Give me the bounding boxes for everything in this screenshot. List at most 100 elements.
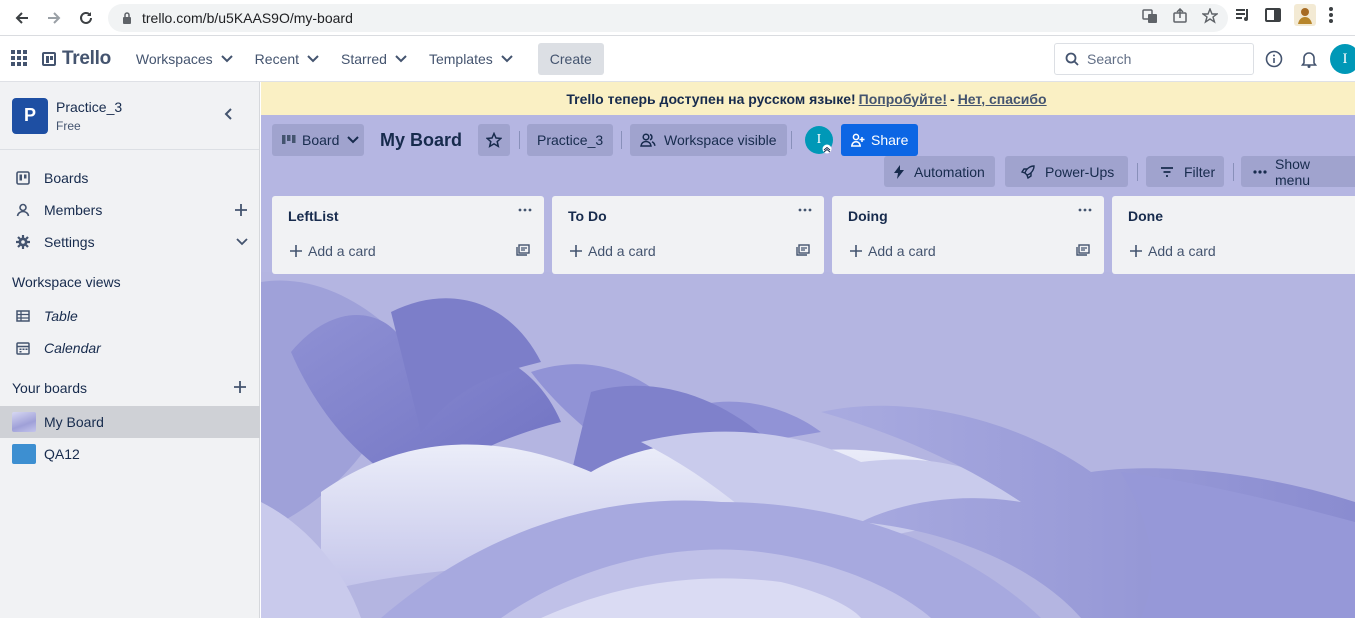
sidebar-board-label: QA12 (44, 446, 80, 462)
sidebar-item-settings[interactable]: Settings (0, 226, 260, 258)
back-icon[interactable] (6, 2, 38, 34)
menu-workspaces[interactable]: Workspaces (125, 43, 244, 75)
chevron-down-icon (501, 54, 513, 63)
url-text: trello.com/b/u5KAAS9O/my-board (142, 10, 353, 26)
chevron-down-icon (307, 54, 319, 63)
sidebar-board-label: My Board (44, 414, 104, 430)
sidebar-item-boards[interactable]: Boards (0, 162, 260, 194)
plus-icon (850, 245, 862, 257)
banner-try-link[interactable]: Попробуйте! (859, 91, 947, 107)
visibility-button[interactable]: Workspace visible (630, 124, 787, 156)
board-thumbnail (12, 444, 36, 464)
star-icon (486, 132, 502, 148)
menu-label: Starred (341, 50, 387, 67)
filter-button[interactable]: Filter (1146, 156, 1224, 187)
ellipsis-icon (1253, 169, 1267, 174)
profile-icon[interactable] (1294, 4, 1316, 26)
sidebar-board-my-board[interactable]: My Board (0, 406, 260, 438)
add-card-label: Add a card (308, 243, 376, 259)
app-header: Trello Workspaces Recent Starred Templat… (0, 36, 1355, 82)
card-template-icon[interactable] (1076, 244, 1090, 256)
list-to-do: To Do Add a card (552, 196, 824, 274)
add-board-icon[interactable] (233, 380, 247, 394)
list-actions-icon[interactable] (1078, 208, 1092, 212)
menu-label: Workspaces (135, 50, 213, 67)
workspace-views-heading: Workspace views (12, 274, 121, 290)
sidebar-item-label: Boards (44, 170, 89, 186)
powerups-button[interactable]: Power-Ups (1005, 156, 1128, 187)
list-title[interactable]: LeftList (288, 208, 339, 224)
board-title[interactable]: My Board (380, 124, 462, 156)
add-card-button[interactable]: Add a card (290, 243, 376, 259)
forward-icon[interactable] (38, 2, 70, 34)
list-doing: Doing Add a card (832, 196, 1104, 274)
bell-icon[interactable] (1301, 50, 1317, 68)
add-card-button[interactable]: Add a card (570, 243, 656, 259)
automation-button[interactable]: Automation (884, 156, 995, 187)
list-actions-icon[interactable] (798, 208, 812, 212)
sidebar-item-members[interactable]: Members (0, 194, 260, 226)
list-leftlist: LeftList Add a card (272, 196, 544, 274)
rocket-icon (1021, 164, 1035, 179)
board-canvas: Trello теперь доступен на русском языке!… (261, 82, 1355, 618)
list-title[interactable]: Done (1128, 208, 1163, 224)
chevron-down-icon (395, 54, 407, 63)
add-card-button[interactable]: Add a card (850, 243, 936, 259)
lock-icon (122, 12, 132, 24)
account-avatar[interactable]: I (1330, 44, 1355, 74)
show-menu-button[interactable]: Show menu (1241, 156, 1355, 188)
list-title[interactable]: To Do (568, 208, 607, 224)
list-actions-icon[interactable] (518, 208, 532, 212)
add-card-label: Add a card (868, 243, 936, 259)
sidebar-item-table[interactable]: Table (0, 300, 260, 332)
workspace-button[interactable]: Practice_3 (527, 124, 614, 156)
chevron-down-icon[interactable] (236, 238, 248, 246)
create-button[interactable]: Create (537, 42, 604, 75)
your-boards-heading: Your boards (12, 380, 87, 396)
banner-text: Trello теперь доступен на русском языке! (566, 90, 856, 107)
share-page-icon[interactable] (1172, 8, 1188, 24)
share-label: Share (871, 132, 909, 148)
trello-mark-icon (42, 51, 56, 66)
search-input[interactable]: Search (1054, 43, 1254, 75)
banner-decline-link[interactable]: Нет, спасибо (958, 91, 1047, 107)
chevron-down-icon (220, 54, 233, 63)
media-icon[interactable] (1234, 6, 1252, 24)
person-icon (16, 203, 32, 217)
sidebar-item-label: Members (44, 202, 103, 218)
workspace-header[interactable]: P Practice_3 Free (0, 82, 259, 150)
workspace-plan: Free (56, 118, 81, 133)
board-view-switcher[interactable]: Board (272, 124, 364, 156)
sidebar-item-label: Calendar (44, 340, 101, 356)
workspace-name: Practice_3 (56, 98, 123, 115)
visibility-label: Workspace visible (664, 132, 777, 148)
card-template-icon[interactable] (516, 244, 530, 256)
sidebar-item-calendar[interactable]: Calendar (0, 332, 260, 364)
star-board-button[interactable] (478, 124, 510, 156)
add-card-button[interactable]: Add a card (1130, 243, 1216, 259)
board-icon (16, 171, 32, 185)
board-view-icon (282, 135, 296, 145)
bookmark-star-icon[interactable] (1202, 8, 1218, 24)
kebab-menu-icon[interactable] (1328, 6, 1334, 24)
board-view-label: Board (302, 132, 340, 148)
search-placeholder: Search (1087, 51, 1132, 67)
address-bar[interactable]: trello.com/b/u5KAAS9O/my-board (108, 4, 1228, 32)
workspace-sidebar: P Practice_3 Free Boards Members Setting… (0, 82, 260, 618)
side-panel-icon[interactable] (1264, 6, 1282, 24)
collapse-sidebar-icon[interactable] (222, 107, 234, 121)
sidebar-board-qa12[interactable]: QA12 (0, 438, 260, 470)
app-switcher-icon[interactable] (10, 49, 30, 69)
menu-templates[interactable]: Templates (418, 43, 524, 75)
list-title[interactable]: Doing (848, 208, 888, 224)
info-icon[interactable] (1265, 50, 1283, 68)
menu-recent[interactable]: Recent (244, 43, 330, 75)
reload-icon[interactable] (70, 2, 102, 34)
translate-icon[interactable] (1142, 8, 1158, 24)
share-button[interactable]: Share (841, 124, 919, 156)
add-member-icon[interactable] (234, 203, 248, 217)
menu-starred[interactable]: Starred (330, 43, 418, 75)
trello-logo[interactable]: Trello (42, 48, 111, 70)
logo-text: Trello (62, 47, 111, 69)
card-template-icon[interactable] (796, 244, 810, 256)
